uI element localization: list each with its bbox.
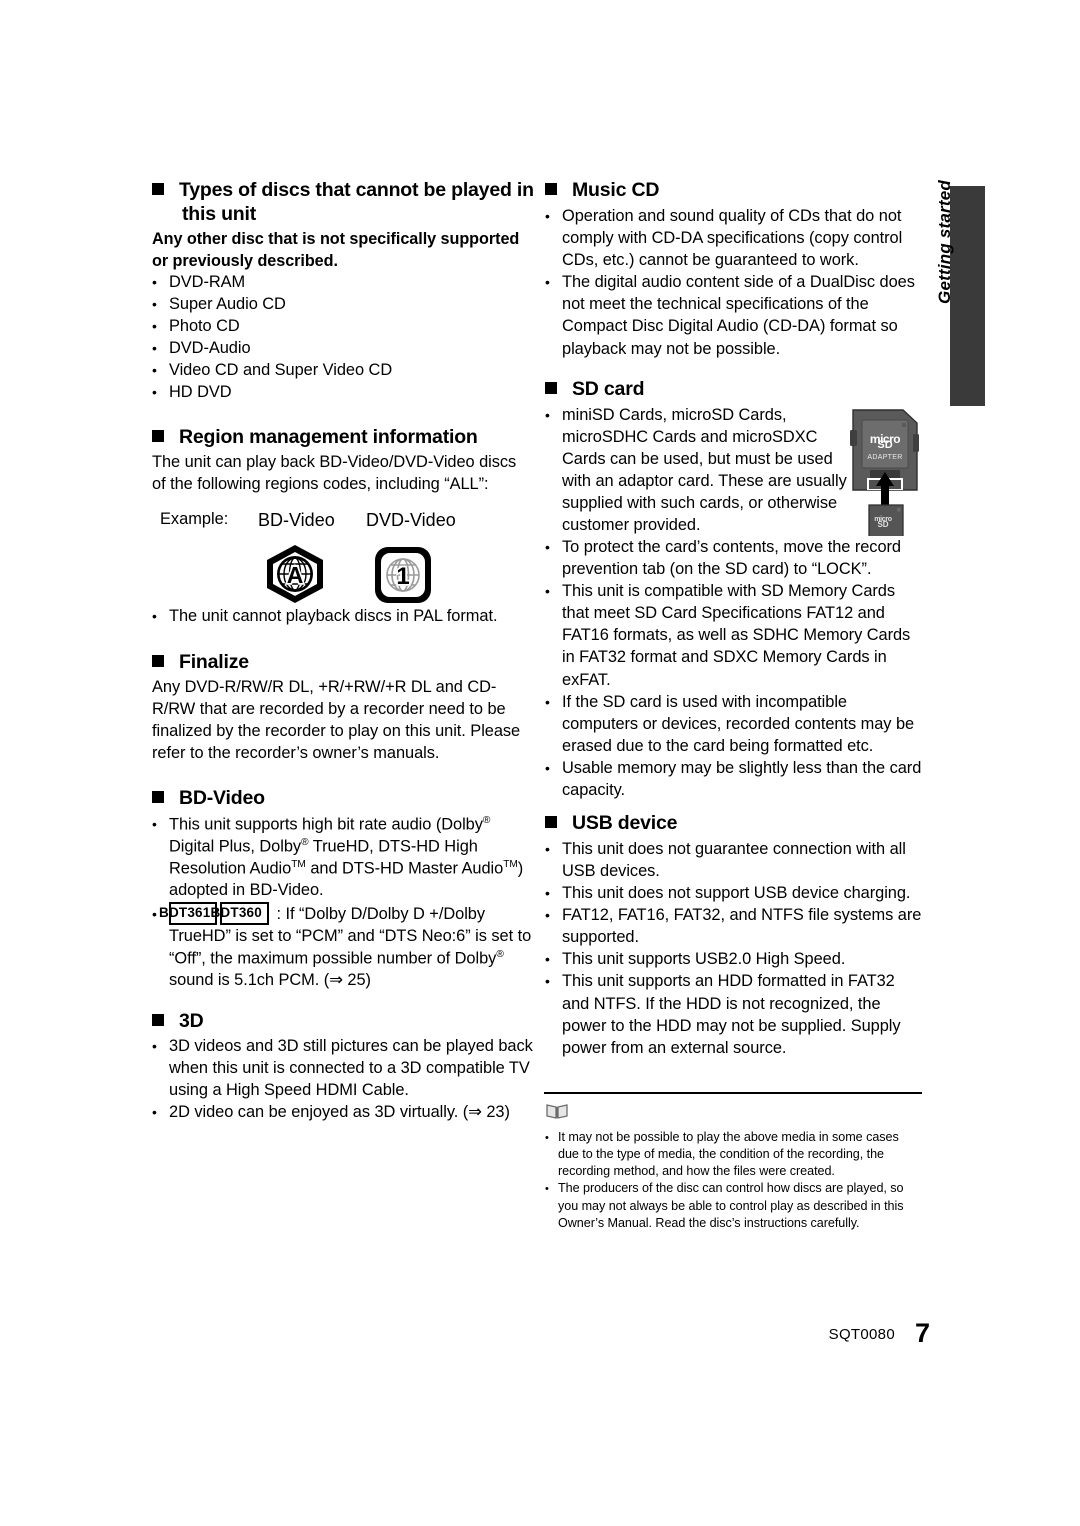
usb-device-list: This unit does not guarantee connection … — [545, 838, 925, 1059]
region-paragraph: The unit can play back BD-Video/DVD-Vide… — [152, 453, 517, 494]
dvd-video-region-icon: 1 — [374, 546, 432, 609]
bdv-text-d: and DTS-HD Master Audio — [310, 859, 504, 878]
list-item: This unit supports high bit rate audio (… — [152, 814, 534, 903]
svg-text:ADAPTER: ADAPTER — [867, 454, 902, 461]
side-tab-label: Getting started — [935, 180, 954, 304]
bullet-square-icon — [545, 183, 557, 195]
svg-text:A: A — [287, 562, 304, 588]
list-item: DVD-RAM — [152, 272, 534, 294]
three-d-list: 3D videos and 3D still pictures can be p… — [152, 1036, 534, 1123]
side-tab-bar — [950, 186, 985, 406]
list-item: This unit is compatible with SD Memory C… — [545, 580, 925, 690]
heading-text: BD-Video — [179, 787, 265, 810]
list-item: Video CD and Super Video CD — [152, 360, 534, 382]
page-footer: SQT0080 7 — [0, 1318, 930, 1349]
heading-usb-device: USB device — [545, 811, 925, 835]
trademark-mark: TM — [503, 859, 518, 871]
svg-text:1: 1 — [396, 563, 409, 590]
bullet-square-icon — [152, 791, 164, 804]
heading-text: Region management information — [179, 426, 478, 449]
heading-text: 3D — [179, 1009, 204, 1032]
example-dvd-label: DVD-Video — [366, 510, 456, 531]
bullet-square-icon — [545, 815, 557, 828]
region-example-row: Example: BD-Video DVD-Video — [152, 510, 534, 544]
heading-text: USB device — [572, 811, 678, 834]
list-item: To protect the card’s contents, move the… — [545, 536, 925, 580]
cannot-play-intro: Any other disc that is not specifically … — [152, 230, 520, 270]
document-code: SQT0080 — [828, 1326, 895, 1343]
heading-text: Finalize — [179, 650, 249, 673]
registered-mark: ® — [496, 948, 504, 960]
registered-mark: ® — [482, 814, 491, 826]
heading-3d: 3D — [152, 1009, 534, 1033]
list-item: Usable memory may be slightly less than … — [545, 757, 925, 801]
region-icons-row: A 1 — [152, 544, 534, 606]
list-item: This unit does not guarantee connection … — [545, 838, 925, 882]
heading-bd-video: BD-Video — [152, 786, 534, 810]
list-item: miniSD Cards, microSD Cards, microSDHC C… — [545, 404, 858, 536]
example-label: Example: — [160, 510, 229, 529]
svg-text:SD: SD — [877, 520, 888, 529]
bdv2-text-b: sound is 5.1ch PCM. (⇒ 25) — [169, 971, 371, 990]
manual-page: Getting started Types of discs that cann… — [0, 0, 1080, 1526]
list-item: Photo CD — [152, 316, 534, 338]
sd-adapter-illustration: micro SD ADAPTER micro SD — [845, 404, 927, 548]
heading-region-management: Region management information — [152, 425, 534, 449]
heading-types-cannot-play: Types of discs that cannot be played in … — [152, 178, 534, 226]
list-item: 3D videos and 3D still pictures can be p… — [152, 1036, 534, 1101]
list-item: This unit does not support USB device ch… — [545, 882, 925, 904]
list-item: BDT361BDT360 : If “Dolby D/Dolby D +/Dol… — [152, 902, 534, 992]
heading-sd-card: SD card — [545, 377, 925, 401]
heading-text: Types of discs that cannot be played in … — [179, 179, 534, 226]
cannot-play-list: DVD-RAM Super Audio CD Photo CD DVD-Audi… — [152, 272, 534, 403]
list-item: This unit supports an HDD formatted in F… — [545, 970, 925, 1058]
heading-music-cd: Music CD — [545, 178, 925, 202]
heading-text: SD card — [572, 377, 645, 400]
open-book-icon — [545, 1102, 923, 1125]
bd-video-region-icon: A — [264, 544, 326, 609]
trademark-mark: TM — [291, 859, 306, 871]
example-bd-label: BD-Video — [258, 510, 335, 531]
list-item: FAT12, FAT16, FAT32, and NTFS file syste… — [545, 904, 925, 948]
note-list: It may not be possible to play the above… — [545, 1129, 923, 1232]
right-column: Music CD Operation and sound quality of … — [545, 178, 925, 1059]
note-divider — [544, 1092, 922, 1094]
list-item: This unit supports USB2.0 High Speed. — [545, 948, 925, 970]
list-item: DVD-Audio — [152, 338, 534, 360]
registered-mark: ® — [301, 836, 309, 848]
region-note-list: The unit cannot playback discs in PAL fo… — [152, 606, 534, 628]
bullet-square-icon — [152, 654, 164, 667]
bullet-square-icon — [152, 430, 164, 443]
bd-video-list: This unit supports high bit rate audio (… — [152, 814, 534, 992]
list-item: If the SD card is used with incompatible… — [545, 691, 925, 757]
list-item: HD DVD — [152, 382, 534, 404]
bullet-square-icon — [152, 183, 164, 195]
model-badge-bdt360: BDT360 — [210, 902, 269, 925]
list-item: Operation and sound quality of CDs that … — [545, 205, 925, 271]
list-item: The digital audio content side of a Dual… — [545, 271, 925, 359]
note-block: It may not be possible to play the above… — [545, 1102, 923, 1232]
finalize-paragraph: Any DVD-R/RW/R DL, +R/+RW/+R DL and CD-R… — [152, 678, 521, 762]
heading-text: Music CD — [572, 179, 660, 201]
list-item: It may not be possible to play the above… — [545, 1129, 923, 1180]
heading-finalize: Finalize — [152, 650, 534, 674]
svg-text:SD: SD — [877, 439, 892, 451]
list-item: 2D video can be enjoyed as 3D virtually.… — [152, 1102, 534, 1124]
list-item: The unit cannot playback discs in PAL fo… — [152, 606, 534, 628]
bdv-text-b: Digital Plus, Dolby — [169, 837, 302, 856]
page-number: 7 — [914, 1318, 930, 1348]
music-cd-list: Operation and sound quality of CDs that … — [545, 205, 925, 359]
bdv-text-a: This unit supports high bit rate audio (… — [169, 814, 483, 833]
left-column: Types of discs that cannot be played in … — [152, 178, 534, 1123]
list-item: The producers of the disc can control ho… — [545, 1180, 923, 1231]
bullet-square-icon — [545, 381, 557, 394]
list-item: Super Audio CD — [152, 294, 534, 316]
bullet-square-icon — [152, 1013, 164, 1026]
